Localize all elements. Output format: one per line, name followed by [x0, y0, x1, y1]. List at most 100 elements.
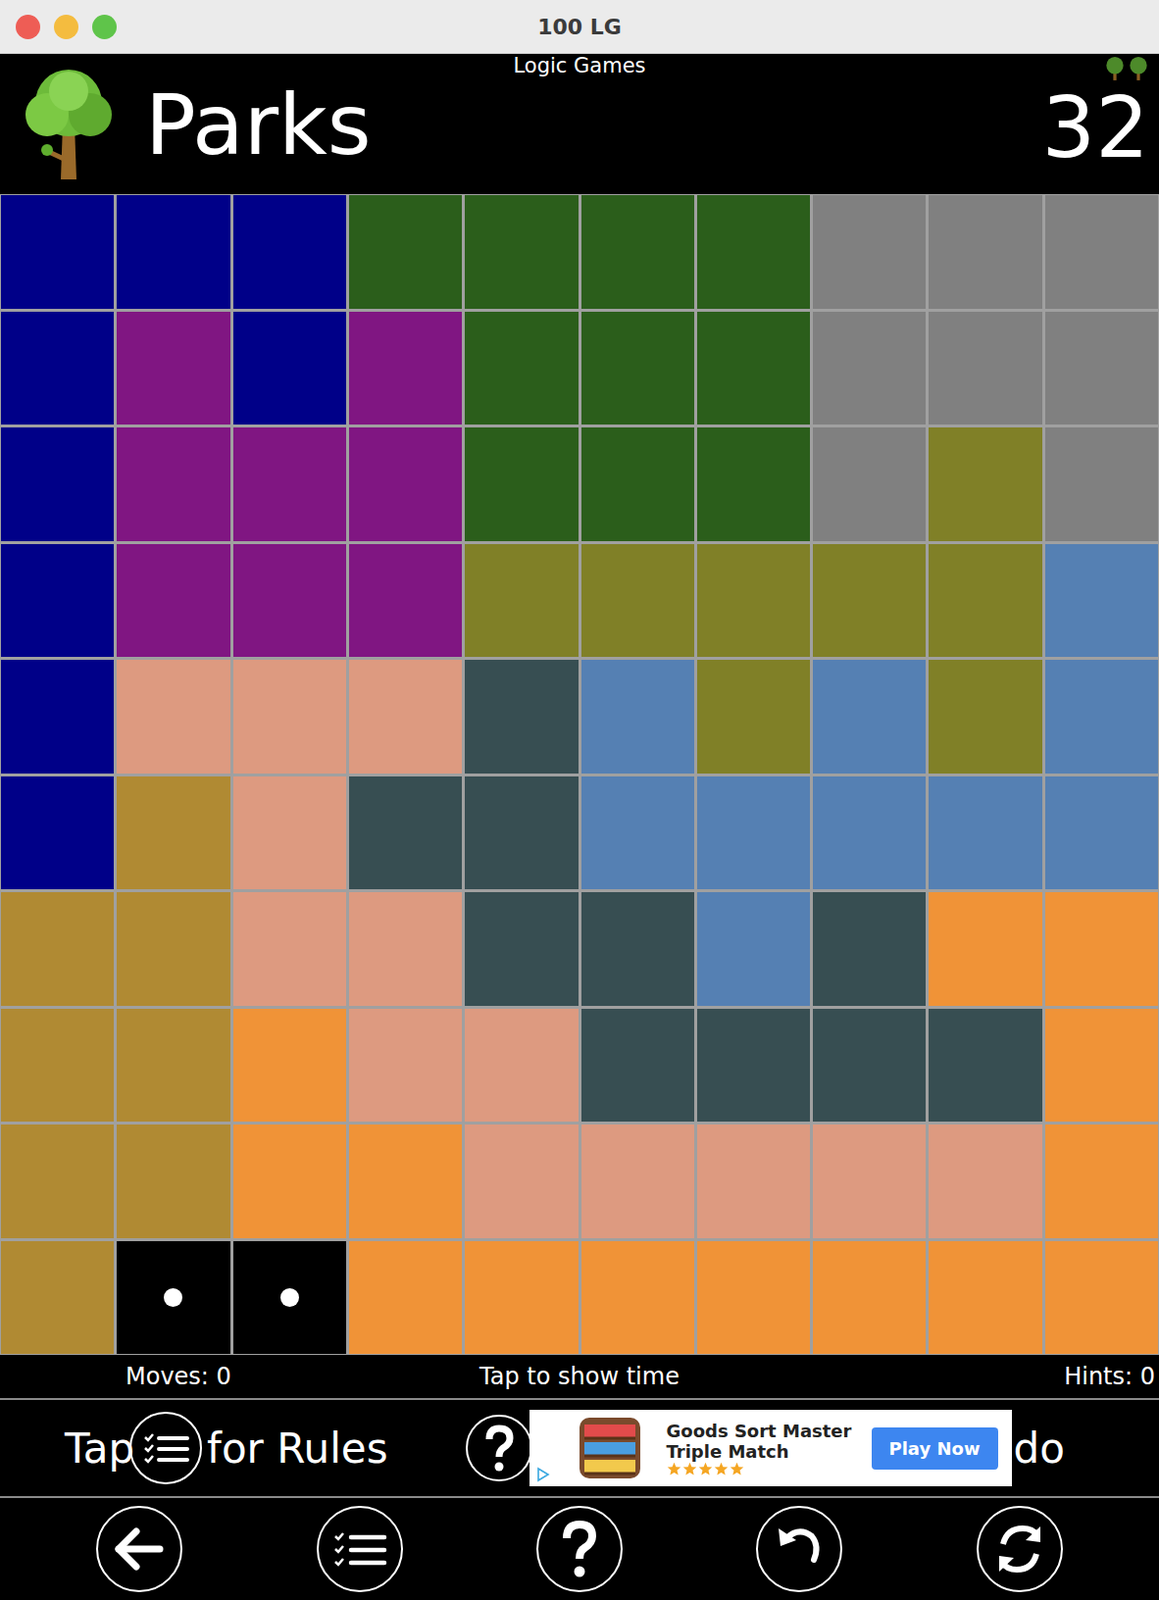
grid-cell[interactable]: [812, 659, 926, 774]
grid-cell[interactable]: [928, 1241, 1042, 1356]
back-button[interactable]: [95, 1505, 184, 1594]
grid-cell[interactable]: [464, 311, 578, 426]
grid-cell[interactable]: [349, 544, 462, 658]
grid-cell[interactable]: [1045, 659, 1159, 774]
grid-cell[interactable]: [1045, 427, 1159, 542]
grid-cell[interactable]: [116, 544, 230, 658]
grid-cell[interactable]: [0, 311, 114, 426]
grid-cell[interactable]: [0, 427, 114, 542]
close-button[interactable]: [15, 14, 41, 40]
grid-cell[interactable]: [233, 659, 347, 774]
grid-cell[interactable]: [1045, 1008, 1159, 1123]
grid-cell[interactable]: [928, 311, 1042, 426]
grid-cell[interactable]: [0, 1124, 114, 1239]
grid-cell[interactable]: [697, 544, 810, 658]
grid-cell[interactable]: [0, 195, 114, 309]
ad-play-button[interactable]: Play Now: [871, 1427, 999, 1470]
grid-cell[interactable]: [581, 892, 695, 1007]
grid-cell[interactable]: [349, 659, 462, 774]
grid-cell[interactable]: [928, 544, 1042, 658]
grid-cell[interactable]: [1045, 1241, 1159, 1356]
grid-cell[interactable]: [928, 659, 1042, 774]
grid-cell[interactable]: [697, 776, 810, 891]
grid-cell[interactable]: [1045, 892, 1159, 1007]
grid-cell[interactable]: [233, 1008, 347, 1123]
grid-cell[interactable]: [349, 311, 462, 426]
grid-cell[interactable]: [233, 892, 347, 1007]
grid-cell[interactable]: [464, 892, 578, 1007]
grid-cell[interactable]: [581, 311, 695, 426]
grid-cell[interactable]: [116, 195, 230, 309]
grid-cell[interactable]: [812, 427, 926, 542]
grid-cell[interactable]: [233, 1241, 347, 1356]
grid-cell[interactable]: [697, 195, 810, 309]
grid-cell[interactable]: [349, 1241, 462, 1356]
grid-cell[interactable]: [697, 1241, 810, 1356]
grid-cell[interactable]: [464, 427, 578, 542]
grid-cell[interactable]: [464, 544, 578, 658]
undo-button[interactable]: [755, 1505, 844, 1594]
grid-cell[interactable]: [464, 776, 578, 891]
grid-cell[interactable]: [928, 1008, 1042, 1123]
grid-cell[interactable]: [116, 659, 230, 774]
grid-cell[interactable]: [349, 195, 462, 309]
grid-cell[interactable]: [928, 776, 1042, 891]
minimize-button[interactable]: [53, 14, 79, 40]
grid-cell[interactable]: [464, 659, 578, 774]
grid-cell[interactable]: [697, 892, 810, 1007]
grid-cell[interactable]: [812, 892, 926, 1007]
grid-cell[interactable]: [928, 892, 1042, 1007]
grid-cell[interactable]: [349, 427, 462, 542]
grid-cell[interactable]: [697, 427, 810, 542]
grid-cell[interactable]: [581, 1008, 695, 1123]
grid-cell[interactable]: [812, 311, 926, 426]
grid-cell[interactable]: [116, 1241, 230, 1356]
grid-cell[interactable]: [581, 776, 695, 891]
grid-cell[interactable]: [1045, 1124, 1159, 1239]
grid-cell[interactable]: [1045, 195, 1159, 309]
grid-cell[interactable]: [116, 1008, 230, 1123]
grid-cell[interactable]: [0, 659, 114, 774]
grid-cell[interactable]: [349, 776, 462, 891]
ad-banner[interactable]: Goods Sort MasterTriple MatchPlay Now: [529, 1410, 1012, 1487]
grid-cell[interactable]: [349, 892, 462, 1007]
rules-button[interactable]: [315, 1505, 404, 1594]
grid-cell[interactable]: [116, 1124, 230, 1239]
grid-cell[interactable]: [116, 427, 230, 542]
question-icon[interactable]: [464, 1413, 534, 1483]
ad-choices-icon[interactable]: [535, 1466, 552, 1483]
grid-cell[interactable]: [233, 544, 347, 658]
grid-cell[interactable]: [812, 195, 926, 309]
grid-cell[interactable]: [697, 311, 810, 426]
grid-cell[interactable]: [233, 1124, 347, 1239]
grid-cell[interactable]: [581, 1241, 695, 1356]
grid-cell[interactable]: [0, 776, 114, 891]
grid-cell[interactable]: [928, 427, 1042, 542]
grid-cell[interactable]: [812, 1241, 926, 1356]
grid-cell[interactable]: [464, 1124, 578, 1239]
zoom-button[interactable]: [92, 14, 117, 40]
grid-cell[interactable]: [464, 1241, 578, 1356]
grid-cell[interactable]: [812, 1008, 926, 1123]
grid-cell[interactable]: [1045, 776, 1159, 891]
restart-button[interactable]: [975, 1505, 1064, 1594]
grid-cell[interactable]: [697, 1008, 810, 1123]
grid-cell[interactable]: [233, 776, 347, 891]
grid-cell[interactable]: [928, 1124, 1042, 1239]
grid-cell[interactable]: [812, 1124, 926, 1239]
grid-cell[interactable]: [812, 776, 926, 891]
timer-toggle[interactable]: Tap to show time: [386, 1362, 773, 1391]
rules-list-icon[interactable]: [128, 1410, 203, 1486]
grid-cell[interactable]: [0, 1241, 114, 1356]
grid-cell[interactable]: [349, 1124, 462, 1239]
grid-cell[interactable]: [464, 195, 578, 309]
grid-cell[interactable]: [697, 659, 810, 774]
grid-cell[interactable]: [233, 311, 347, 426]
grid-cell[interactable]: [116, 892, 230, 1007]
grid-cell[interactable]: [0, 544, 114, 658]
grid-cell[interactable]: [812, 544, 926, 658]
grid-cell[interactable]: [464, 1008, 578, 1123]
grid-cell[interactable]: [1045, 544, 1159, 658]
grid-cell[interactable]: [581, 1124, 695, 1239]
grid-cell[interactable]: [0, 892, 114, 1007]
